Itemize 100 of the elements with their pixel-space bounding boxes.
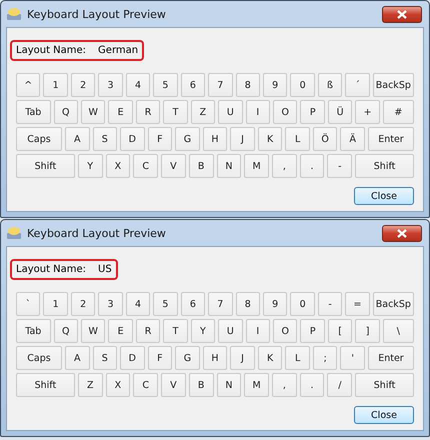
keyboard-key[interactable]: C (133, 373, 158, 397)
keyboard-key[interactable]: G (175, 127, 200, 151)
keyboard-key[interactable]: X (106, 373, 130, 397)
keyboard-key[interactable]: 9 (262, 292, 288, 316)
keyboard-key[interactable]: + (355, 100, 380, 124)
keyboard-key[interactable]: BackSp (372, 292, 414, 316)
keyboard-key[interactable]: - (327, 154, 352, 178)
keyboard-key[interactable]: \ (382, 319, 414, 343)
keyboard-key[interactable]: A (64, 346, 90, 370)
keyboard-key[interactable]: H (202, 346, 228, 370)
keyboard-key[interactable]: S (92, 346, 118, 370)
keyboard-key[interactable]: H (202, 127, 228, 151)
keyboard-key[interactable]: R (136, 100, 160, 124)
keyboard-key[interactable]: Enter (368, 127, 414, 151)
keyboard-key[interactable]: 2 (70, 292, 96, 316)
keyboard-key[interactable]: W (80, 100, 106, 124)
keyboard-key[interactable]: Tab (16, 319, 51, 343)
keyboard-key[interactable]: 8 (236, 292, 260, 316)
keyboard-key[interactable]: 1 (43, 73, 68, 97)
keyboard-key[interactable]: E (108, 100, 133, 124)
keyboard-key[interactable]: 7 (208, 73, 232, 97)
keyboard-key[interactable]: 5 (153, 73, 178, 97)
keyboard-key[interactable]: D (120, 346, 145, 370)
keyboard-key[interactable]: T (163, 319, 188, 343)
keyboard-key[interactable]: N (216, 373, 242, 397)
keyboard-key[interactable]: 6 (180, 73, 206, 97)
keyboard-key[interactable]: 7 (208, 292, 232, 316)
keyboard-key[interactable]: 6 (180, 292, 206, 316)
keyboard-key[interactable]: A (64, 127, 90, 151)
keyboard-key[interactable]: - (318, 292, 342, 316)
keyboard-key[interactable]: 1 (43, 292, 68, 316)
close-button[interactable] (382, 6, 422, 22)
keyboard-key[interactable]: = (345, 292, 370, 316)
keyboard-key[interactable]: 5 (153, 292, 178, 316)
keyboard-key[interactable]: Shift (16, 154, 75, 178)
keyboard-key[interactable]: T (163, 100, 188, 124)
keyboard-key[interactable]: Caps (16, 127, 62, 151)
keyboard-key[interactable]: ; (312, 346, 338, 370)
keyboard-key[interactable]: I (246, 319, 270, 343)
keyboard-key[interactable]: # (382, 100, 414, 124)
keyboard-key[interactable]: ` (16, 292, 40, 316)
keyboard-key[interactable]: Q (54, 319, 78, 343)
keyboard-key[interactable]: X (106, 154, 130, 178)
keyboard-key[interactable]: O (273, 319, 298, 343)
keyboard-key[interactable]: [ (328, 319, 352, 343)
keyboard-key[interactable]: K (258, 346, 282, 370)
keyboard-key[interactable]: U (218, 100, 243, 124)
keyboard-key[interactable]: N (216, 154, 242, 178)
keyboard-key[interactable]: , (272, 373, 297, 397)
keyboard-key[interactable]: I (246, 100, 270, 124)
keyboard-key[interactable]: Caps (16, 346, 62, 370)
keyboard-key[interactable]: E (108, 319, 133, 343)
keyboard-key[interactable]: 4 (126, 73, 150, 97)
keyboard-key[interactable]: Z (78, 373, 103, 397)
keyboard-key[interactable]: W (80, 319, 106, 343)
keyboard-key[interactable]: K (258, 127, 282, 151)
keyboard-key[interactable]: G (175, 346, 200, 370)
keyboard-key[interactable]: J (230, 346, 255, 370)
keyboard-key[interactable]: L (285, 346, 310, 370)
keyboard-key[interactable]: 4 (126, 292, 150, 316)
keyboard-key[interactable]: P (300, 319, 325, 343)
keyboard-key[interactable]: / (327, 373, 352, 397)
keyboard-key[interactable]: Ö (312, 127, 338, 151)
close-button[interactable] (382, 224, 422, 242)
keyboard-key[interactable]: F (148, 346, 172, 370)
keyboard-key[interactable]: 9 (262, 73, 288, 97)
keyboard-key[interactable]: O (273, 100, 298, 124)
keyboard-key[interactable]: 3 (98, 292, 123, 316)
keyboard-key[interactable]: 0 (290, 292, 315, 316)
keyboard-key[interactable]: R (136, 319, 160, 343)
keyboard-key[interactable]: 0 (290, 73, 315, 97)
keyboard-key[interactable]: S (92, 127, 118, 151)
keyboard-key[interactable]: Q (54, 100, 78, 124)
keyboard-key[interactable]: Shift (16, 373, 75, 397)
keyboard-key[interactable]: D (120, 127, 145, 151)
keyboard-key[interactable]: B (188, 373, 214, 397)
keyboard-key[interactable]: BackSp (372, 73, 414, 97)
keyboard-key[interactable]: Ä (340, 127, 365, 151)
keyboard-key[interactable]: ] (355, 319, 380, 343)
keyboard-key[interactable]: J (230, 127, 255, 151)
keyboard-key[interactable]: Y (78, 154, 103, 178)
keyboard-key[interactable]: B (188, 154, 214, 178)
keyboard-key[interactable]: Enter (368, 346, 414, 370)
keyboard-key[interactable]: F (148, 127, 172, 151)
keyboard-key[interactable]: ^ (16, 73, 40, 97)
keyboard-key[interactable]: M (244, 154, 269, 178)
keyboard-key[interactable]: Y (190, 319, 216, 343)
keyboard-key[interactable]: P (300, 100, 325, 124)
keyboard-key[interactable]: Ü (328, 100, 352, 124)
keyboard-key[interactable]: U (218, 319, 243, 343)
keyboard-key[interactable]: ß (318, 73, 342, 97)
keyboard-key[interactable]: 3 (98, 73, 123, 97)
keyboard-key[interactable]: Shift (355, 154, 414, 178)
keyboard-key[interactable]: Shift (355, 373, 414, 397)
keyboard-key[interactable]: 2 (70, 73, 96, 97)
keyboard-key[interactable]: , (272, 154, 297, 178)
close-button[interactable]: Close (354, 187, 414, 205)
keyboard-key[interactable]: V (161, 373, 186, 397)
keyboard-key[interactable]: . (300, 373, 324, 397)
keyboard-key[interactable]: Tab (16, 100, 51, 124)
